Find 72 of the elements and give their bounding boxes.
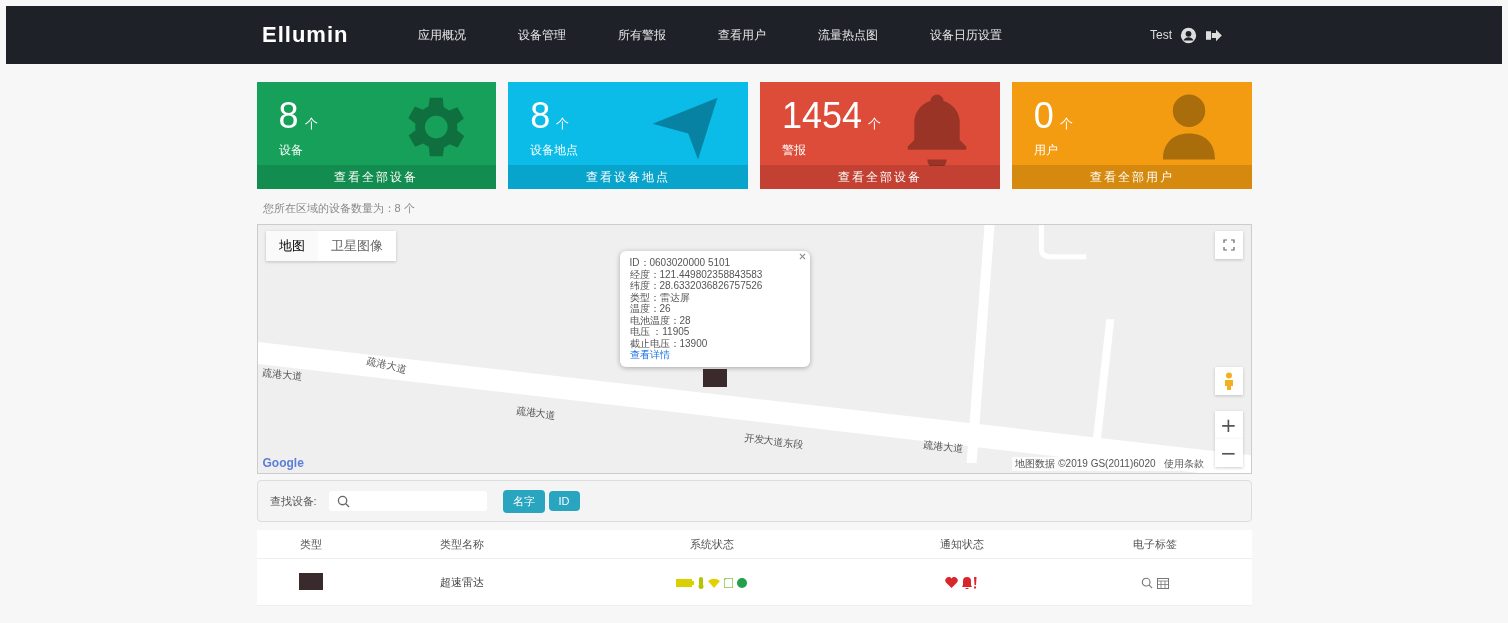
fullscreen-icon <box>1222 239 1235 251</box>
map-type-tab[interactable]: 卫星图像 <box>317 231 396 261</box>
stat-label: 用户 <box>1033 142 1059 159</box>
card-footer-link[interactable]: 查看全部设备 <box>760 165 1000 189</box>
nav-link[interactable]: 设备管理 <box>518 26 567 44</box>
stat-unit: 个 <box>868 116 882 131</box>
popup-info-line: 纬度：28.6332036826757526 <box>629 280 764 292</box>
popup-info-line: 经度：121.449802358843583 <box>629 268 764 280</box>
map[interactable]: 疏港大道 疏港大道 疏港大道 开发大道东段 疏港大道 地图 卫星图像 ID：0603020000 5101 经度：121.449802358843583 纬度：28.6332036826757526 类型：雷达屏 温度：26 电池温度：28 电压 ：11905 截止电压：13900 查看详情 Google 地图数据 ©2019 GS(2011)6020 使用条款 + − <box>256 224 1252 474</box>
road-label: 疏港大道 <box>922 438 964 457</box>
column-header: 电子标签 <box>1058 530 1252 559</box>
column-header: 类型名称 <box>365 530 559 559</box>
nav-link[interactable]: 所有警报 <box>618 26 667 44</box>
search-icon <box>336 494 350 508</box>
logout-icon[interactable] <box>1205 27 1222 43</box>
view-details-link[interactable]: 查看详情 <box>629 349 670 360</box>
search-icon[interactable] <box>1140 576 1153 589</box>
person-icon <box>1222 372 1235 390</box>
close-icon[interactable] <box>798 253 806 260</box>
road <box>1038 225 1086 260</box>
user-name[interactable]: Test <box>1150 28 1172 42</box>
popup-info-line: ID：0603020000 5101 <box>629 257 732 269</box>
popup-info-line: 截止电压：13900 <box>629 337 709 349</box>
thermometer-icon <box>698 576 705 589</box>
map-attribution: 地图数据 ©2019 GS(2011)6020 <box>1015 457 1156 471</box>
status-dot-icon <box>737 577 748 588</box>
column-header: 通知状态 <box>865 530 1059 559</box>
device-type-icon <box>299 572 324 590</box>
search-field[interactable] <box>328 491 487 511</box>
terms-link[interactable]: 使用条款 <box>1163 457 1204 471</box>
stat-unit: 个 <box>304 116 318 131</box>
popup-info-line: 电池温度：28 <box>629 314 692 326</box>
heart-pulse-icon <box>945 577 959 589</box>
popup-info-line: 类型：雷达屏 <box>629 291 691 303</box>
nav-link[interactable]: 流量热点图 <box>818 26 879 44</box>
stat-value: 0 <box>1033 95 1054 136</box>
stat-value: 8 <box>530 95 551 136</box>
zoom-in-button[interactable]: + <box>1214 411 1243 439</box>
wifi-icon <box>708 577 721 588</box>
table-cell: 超速雷达 <box>440 575 485 588</box>
card-footer-link[interactable]: 查看全部设备 <box>256 165 497 189</box>
nav-link[interactable]: 应用概况 <box>418 26 467 44</box>
column-header: 系统状态 <box>558 530 866 559</box>
road-label: 疏港大道 <box>514 403 557 423</box>
stat-unit: 个 <box>556 116 570 131</box>
column-header: 类型 <box>256 530 366 559</box>
stat-unit: 个 <box>1059 116 1073 131</box>
fullscreen-button[interactable] <box>1214 231 1243 259</box>
map-logo: Google <box>262 456 304 470</box>
popup-info-line: 温度：26 <box>629 303 672 315</box>
map-type-tab[interactable]: 地图 <box>265 231 318 261</box>
stat-value: 1454 <box>782 95 863 136</box>
road-label: 开发大道东段 <box>743 430 805 453</box>
popup-info-line: 电压 ：11905 <box>629 326 691 338</box>
calendar-icon[interactable] <box>1156 576 1169 589</box>
region-device-count: 您所在区域的设备数量为：8 个 <box>262 201 416 216</box>
battery-icon <box>676 578 695 587</box>
stat-label: 警报 <box>782 142 807 159</box>
search-label: 查找设备: <box>269 493 317 509</box>
zoom-out-button[interactable]: − <box>1214 439 1243 467</box>
sd-card-icon <box>724 577 734 588</box>
stat-value: 8 <box>278 95 299 136</box>
stat-label: 设备 <box>278 142 304 159</box>
road-label: 疏港大道 <box>261 366 303 384</box>
device-marker[interactable] <box>702 369 727 387</box>
road-label: 疏港大道 <box>365 354 408 377</box>
brand-logo[interactable]: Ellumin <box>262 22 349 48</box>
stat-label: 设备地点 <box>530 142 580 159</box>
user-avatar-icon[interactable] <box>1180 26 1197 44</box>
nav-link[interactable]: 设备日历设置 <box>930 26 1003 44</box>
bell-alert-icon <box>962 576 979 589</box>
nav-link[interactable]: 查看用户 <box>718 26 767 44</box>
